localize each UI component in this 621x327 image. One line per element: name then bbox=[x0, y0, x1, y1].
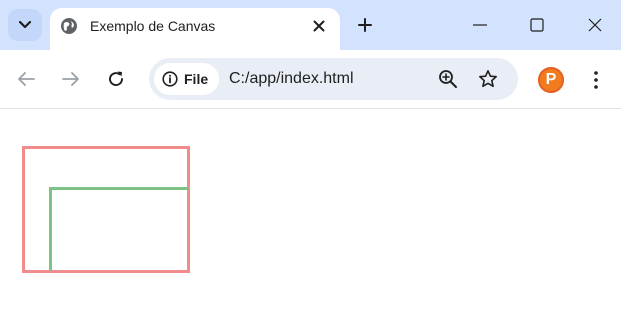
green-corner-lines bbox=[49, 187, 189, 271]
star-icon bbox=[479, 70, 497, 88]
kebab-menu-icon bbox=[594, 71, 598, 89]
forward-button[interactable] bbox=[57, 65, 85, 93]
zoom-in-icon bbox=[439, 70, 457, 88]
chevron-down-icon bbox=[19, 21, 31, 29]
close-icon bbox=[588, 18, 602, 32]
globe-icon bbox=[61, 18, 77, 34]
browser-menu-button[interactable] bbox=[584, 67, 608, 93]
tab-title: Exemplo de Canvas bbox=[90, 18, 216, 34]
tab-active[interactable]: Exemplo de Canvas bbox=[50, 8, 340, 50]
tab-search-button[interactable] bbox=[8, 9, 42, 41]
reload-icon bbox=[109, 71, 123, 86]
red-rectangle bbox=[22, 146, 190, 273]
zoom-button[interactable] bbox=[437, 68, 459, 90]
address-bar[interactable]: File C:/app/index.html bbox=[149, 58, 518, 100]
minimize-button[interactable] bbox=[460, 8, 500, 42]
site-info-chip[interactable]: File bbox=[154, 63, 220, 95]
maximize-icon bbox=[530, 18, 544, 32]
browser-window: Exemplo de Canvas File C:/app/index.html… bbox=[0, 0, 621, 327]
tab-strip: Exemplo de Canvas bbox=[0, 0, 621, 50]
tab-close-button[interactable] bbox=[308, 15, 330, 37]
maximize-button[interactable] bbox=[517, 8, 557, 42]
back-button[interactable] bbox=[12, 65, 40, 93]
new-tab-button[interactable] bbox=[352, 12, 378, 38]
plus-icon bbox=[358, 18, 372, 32]
toolbar: File C:/app/index.html P bbox=[0, 50, 621, 109]
site-chip-label: File bbox=[184, 71, 209, 87]
arrow-right-icon bbox=[62, 72, 79, 86]
minimize-icon bbox=[473, 24, 487, 26]
bookmark-button[interactable] bbox=[477, 68, 499, 90]
demo-canvas bbox=[22, 146, 190, 273]
close-icon bbox=[313, 20, 325, 32]
window-close-button[interactable] bbox=[575, 8, 615, 42]
profile-avatar[interactable]: P bbox=[538, 67, 564, 93]
arrow-left-icon bbox=[18, 72, 35, 86]
page-content bbox=[0, 109, 621, 327]
info-icon bbox=[162, 71, 178, 87]
reload-button[interactable] bbox=[102, 65, 130, 93]
url-text[interactable]: C:/app/index.html bbox=[229, 69, 354, 89]
